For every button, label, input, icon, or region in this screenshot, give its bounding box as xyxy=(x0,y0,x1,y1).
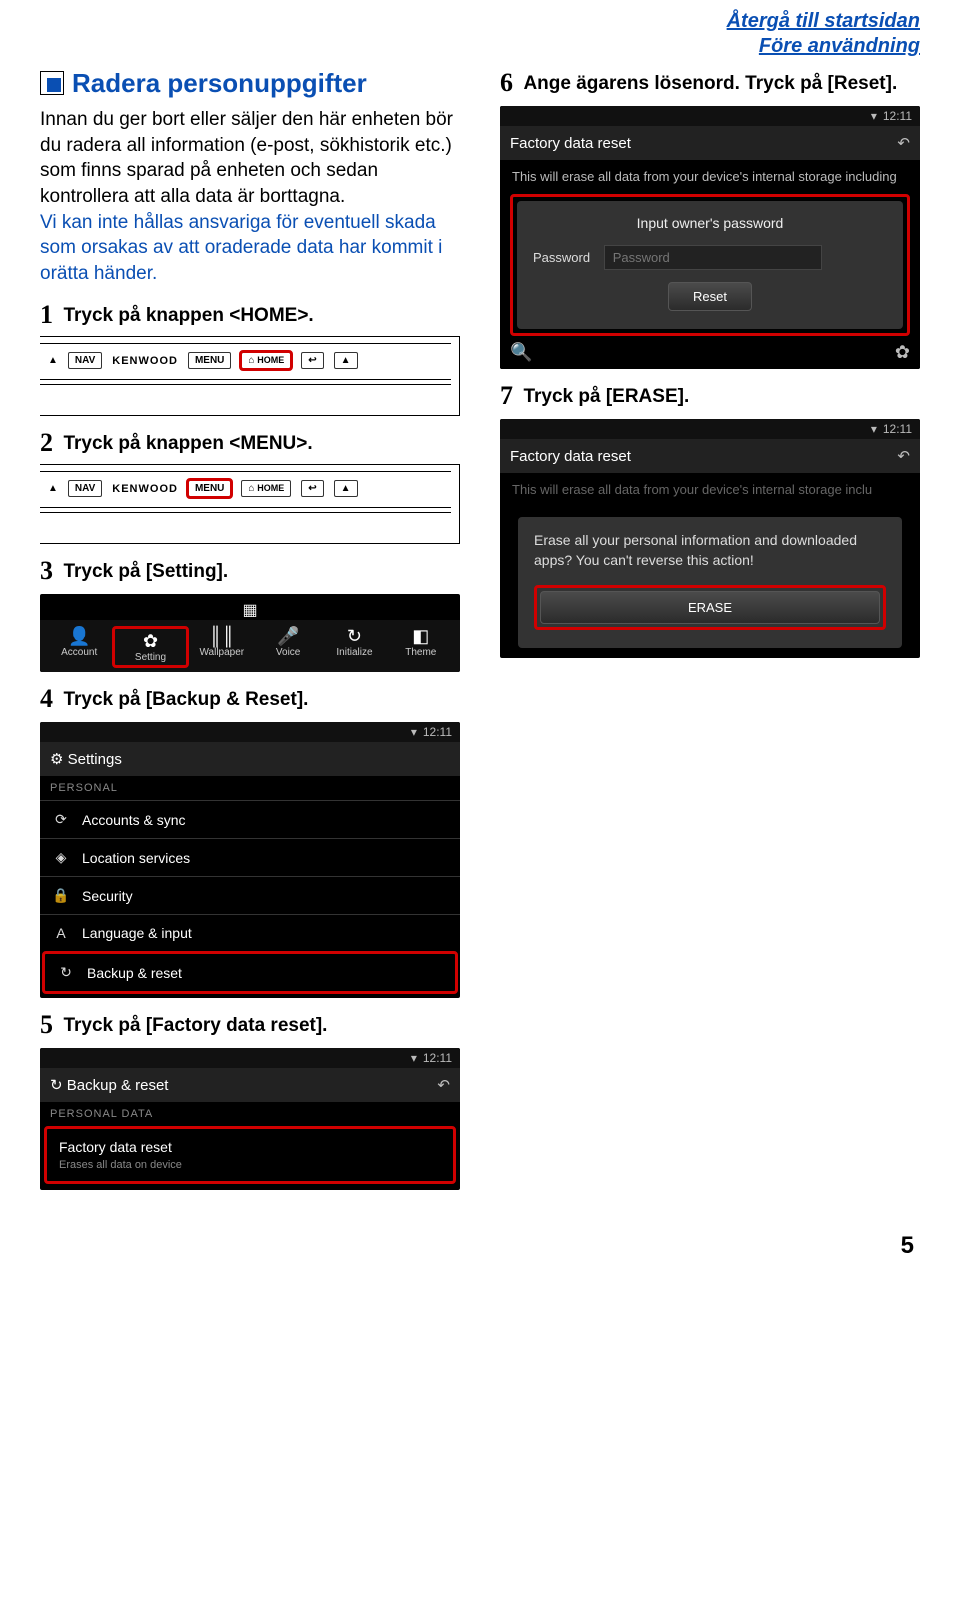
language-icon: A xyxy=(52,925,70,941)
step-number: 6 xyxy=(500,68,513,97)
btn-nav: NAV xyxy=(68,352,102,369)
erase-dialog-msg: Erase all your personal information and … xyxy=(534,531,886,570)
back-icon[interactable]: ↶ xyxy=(897,447,910,465)
step-text: Tryck på knappen <HOME>. xyxy=(63,305,313,326)
erase-body-text: This will erase all data from your devic… xyxy=(500,473,920,507)
step-text: Ange ägarens lösenord. Tryck på [Reset]. xyxy=(523,73,897,94)
wifi-icon: ▾ xyxy=(411,1051,417,1065)
step-text: Tryck på [Factory data reset]. xyxy=(63,1015,327,1036)
screen-title: Factory data reset xyxy=(510,135,631,152)
brand-label: KENWOOD xyxy=(112,355,178,367)
section-icon xyxy=(40,71,64,95)
back-icon[interactable]: ↶ xyxy=(437,1076,450,1094)
hardware-bar-home: ▲ NAV KENWOOD MENU ⌂ HOME ↩ ▲ xyxy=(40,336,460,416)
wifi-icon: ▾ xyxy=(411,725,417,739)
section-title: Radera personuppgifter xyxy=(40,68,460,99)
link-before-use[interactable]: Före användning xyxy=(40,35,920,58)
screenshot-owner-password: ▾ 12:11 Factory data reset ↶ This will era… xyxy=(500,106,920,369)
row-factory-reset-highlighted[interactable]: Factory data reset Erases all data on de… xyxy=(44,1126,456,1184)
wifi-icon: ▾ xyxy=(871,109,877,123)
btn-eject-icon: ▲ xyxy=(48,483,58,494)
step-text: Tryck på knappen <MENU>. xyxy=(63,433,312,454)
password-input[interactable] xyxy=(604,245,822,270)
hardware-bar-menu: ▲ NAV KENWOOD MENU ⌂ HOME ↩ ▲ xyxy=(40,464,460,544)
settings-icon: ⚙ xyxy=(50,751,63,768)
password-label: Password xyxy=(533,250,590,265)
section-header: PERSONAL xyxy=(40,776,460,800)
toolbar-account[interactable]: 👤Account xyxy=(46,626,112,668)
gear-icon[interactable]: ✿ xyxy=(895,342,910,363)
brand-label: KENWOOD xyxy=(112,483,178,495)
screenshot-settings-list: ▾12:11 ⚙ Settings PERSONAL ⟳Accounts & s… xyxy=(40,722,460,998)
step-number: 4 xyxy=(40,684,53,713)
step-4: 4 Tryck på [Backup & Reset]. ▾12:11 ⚙ Se… xyxy=(40,684,460,998)
dialog-title: Input owner's password xyxy=(533,215,887,231)
btn-eject-icon: ▲ xyxy=(48,355,58,366)
row-location[interactable]: ◈Location services xyxy=(40,838,460,876)
step-number: 5 xyxy=(40,1010,53,1039)
row-language[interactable]: ALanguage & input xyxy=(40,914,460,951)
reset-body-text: This will erase all data from your devic… xyxy=(500,160,920,194)
row-accounts[interactable]: ⟳Accounts & sync xyxy=(40,800,460,838)
location-icon: ◈ xyxy=(52,849,70,866)
toolbar: 👤Account ✿Setting ║║Wallpaper 🎤Voice ↻In… xyxy=(40,620,460,672)
step-text: Tryck på [Backup & Reset]. xyxy=(63,689,308,710)
screenshot-setting-toolbar: ▦ 👤Account ✿Setting ║║Wallpaper 🎤Voice ↻… xyxy=(40,594,460,672)
btn-eject2-icon: ▲ xyxy=(334,352,358,369)
step-3: 3 Tryck på [Setting]. ▦ 👤Account ✿Settin… xyxy=(40,556,460,672)
toolbar-wallpaper[interactable]: ║║Wallpaper xyxy=(189,626,255,668)
wifi-icon: ▾ xyxy=(871,422,877,436)
refresh-icon: ↻ xyxy=(57,964,75,981)
step-number: 3 xyxy=(40,556,53,585)
btn-eject2-icon: ▲ xyxy=(334,480,358,497)
btn-home: ⌂ HOME xyxy=(241,480,291,497)
step-7: 7 Tryck på [ERASE]. ▾ 12:11 Factory data … xyxy=(500,381,920,657)
page-number: 5 xyxy=(40,1232,914,1260)
btn-menu: MENU xyxy=(188,352,231,369)
screen-title: Factory data reset xyxy=(510,448,631,465)
step-text: Tryck på [Setting]. xyxy=(63,561,228,582)
toolbar-initialize[interactable]: ↻Initialize xyxy=(321,626,387,668)
time: 12:11 xyxy=(883,422,912,436)
intro-text: Innan du ger bort eller säljer den här e… xyxy=(40,107,460,286)
row-security[interactable]: 🔒Security xyxy=(40,876,460,914)
step-1: 1 Tryck på knappen <HOME>. ▲ NAV KENWOOD… xyxy=(40,300,460,416)
section-header: PERSONAL DATA xyxy=(40,1102,460,1126)
lock-icon: 🔒 xyxy=(52,887,70,904)
screenshot-backup-reset: ▾12:11 ↻ Backup & reset↶ PERSONAL DATA F… xyxy=(40,1048,460,1190)
search-icon[interactable]: 🔍 xyxy=(510,342,532,363)
toolbar-setting-highlighted[interactable]: ✿Setting xyxy=(112,626,188,668)
step-number: 1 xyxy=(40,300,53,329)
btn-back-icon: ↩ xyxy=(301,352,323,369)
screenshot-erase-confirm: ▾ 12:11 Factory data reset ↶ This will era… xyxy=(500,419,920,657)
btn-nav: NAV xyxy=(68,480,102,497)
step-6: 6 Ange ägarens lösenord. Tryck på [Reset… xyxy=(500,68,920,369)
toolbar-voice[interactable]: 🎤Voice xyxy=(255,626,321,668)
time: 12:11 xyxy=(423,1051,452,1065)
time: 12:11 xyxy=(883,109,912,123)
step-number: 2 xyxy=(40,428,53,457)
step-text: Tryck på [ERASE]. xyxy=(523,386,689,407)
grid-icon: ▦ xyxy=(242,600,257,620)
refresh-icon: ↻ xyxy=(50,1077,63,1094)
row-backup-reset-highlighted[interactable]: ↻Backup & reset xyxy=(42,951,458,994)
toolbar-theme[interactable]: ◧Theme xyxy=(388,626,454,668)
btn-menu-highlighted: MENU xyxy=(188,480,231,497)
back-icon[interactable]: ↶ xyxy=(897,134,910,152)
step-5: 5 Tryck på [Factory data reset]. ▾12:11 … xyxy=(40,1010,460,1190)
btn-back-icon: ↩ xyxy=(301,480,323,497)
erase-dialog: Erase all your personal information and … xyxy=(518,517,902,647)
erase-button[interactable]: ERASE xyxy=(540,591,880,624)
step-number: 7 xyxy=(500,381,513,410)
link-home[interactable]: Återgå till startsidan xyxy=(40,10,920,33)
step-2: 2 Tryck på knappen <MENU>. ▲ NAV KENWOOD… xyxy=(40,428,460,544)
btn-home-highlighted: ⌂ HOME xyxy=(241,352,291,369)
top-nav: Återgå till startsidan Före användning xyxy=(40,10,920,58)
sync-icon: ⟳ xyxy=(52,811,70,828)
time: 12:11 xyxy=(423,725,452,739)
password-dialog: Input owner's password Password Reset xyxy=(517,201,903,329)
reset-button[interactable]: Reset xyxy=(668,282,752,311)
